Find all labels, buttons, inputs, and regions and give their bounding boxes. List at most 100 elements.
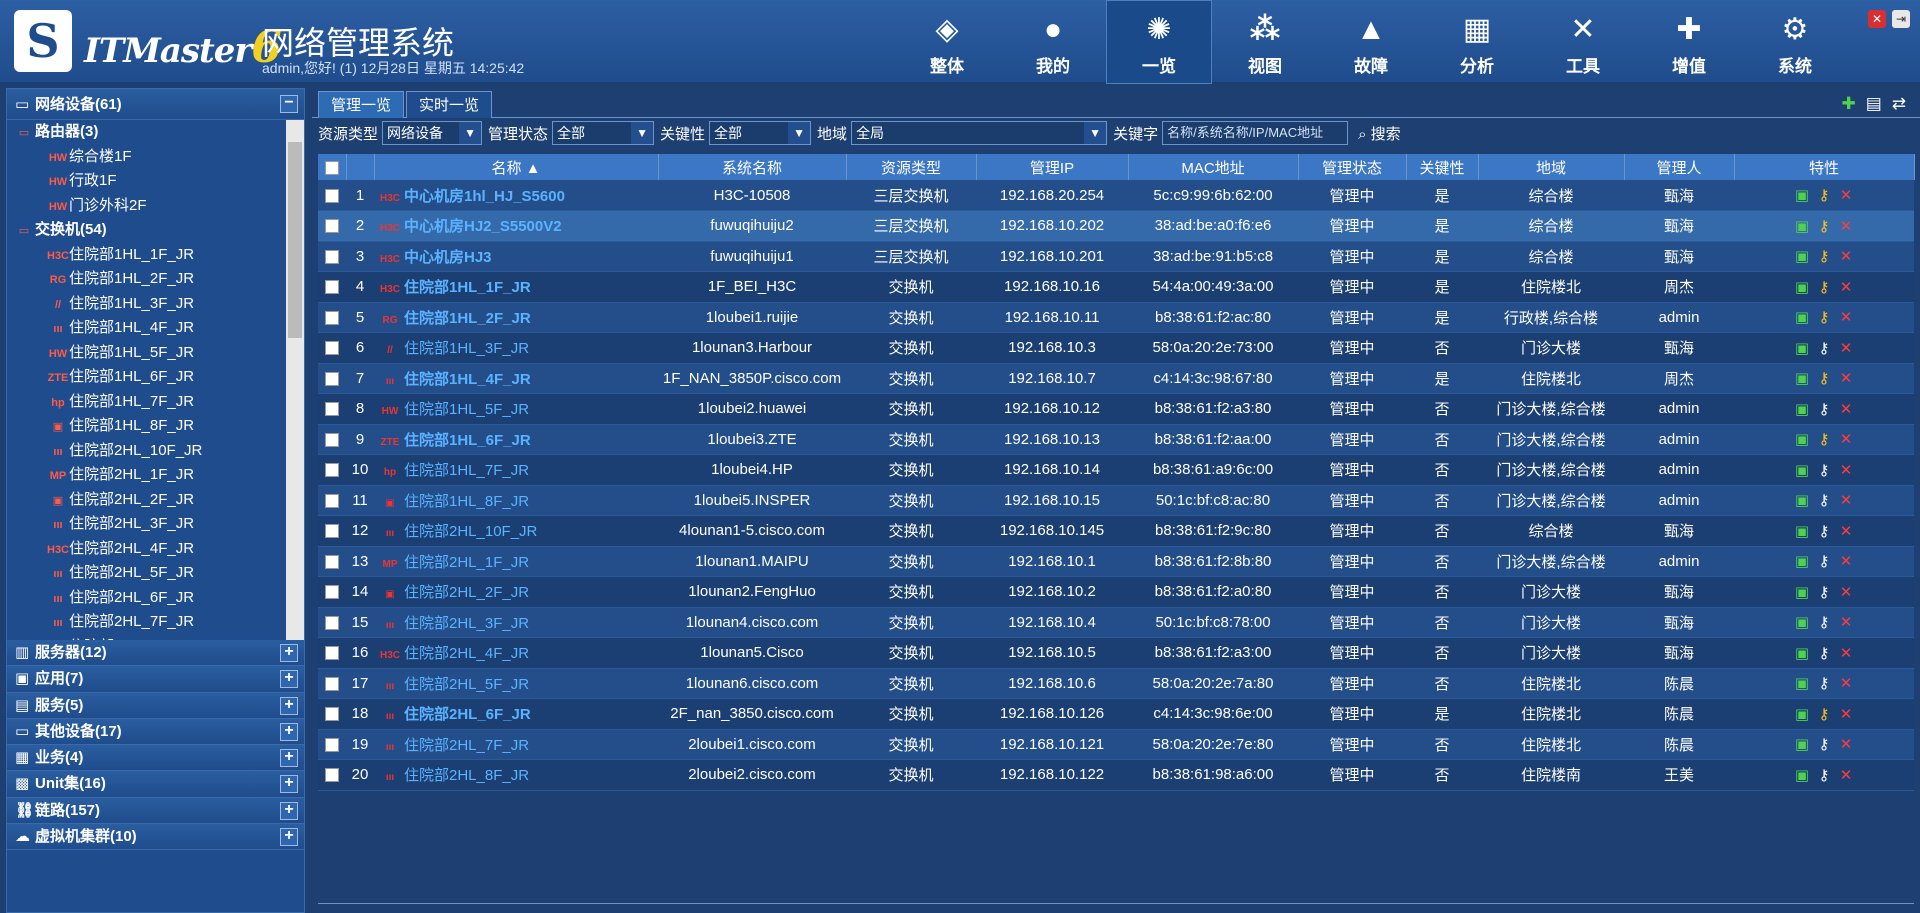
key-icon[interactable]: ⚷: [1813, 217, 1835, 235]
nav-chart[interactable]: ▦ 分析: [1424, 0, 1530, 84]
row-checkbox[interactable]: [318, 180, 346, 211]
tab-manage[interactable]: 管理一览: [318, 91, 405, 118]
key-icon[interactable]: ⚷: [1813, 583, 1835, 601]
device-name-link[interactable]: ııı 住院部2HL_5F_JR: [374, 668, 658, 699]
device-name[interactable]: 中心机房1hl_HJ_S5600: [404, 188, 565, 205]
column-header[interactable]: 名称 ▲: [374, 154, 659, 180]
checkbox[interactable]: [325, 402, 339, 417]
tree-scrollbar[interactable]: [286, 120, 304, 640]
delete-icon[interactable]: ✕: [1835, 186, 1857, 204]
nav-user[interactable]: ● 我的: [1000, 0, 1106, 84]
monitor-icon[interactable]: ▣: [1791, 217, 1813, 235]
expand-icon[interactable]: +: [280, 696, 298, 715]
key-icon[interactable]: ⚷: [1813, 400, 1835, 418]
delete-icon[interactable]: ✕: [1835, 735, 1857, 753]
device-name-link[interactable]: H3C 中心机房1hl_HJ_S5600: [374, 180, 658, 211]
tree-item-router[interactable]: HW 综合楼1F: [7, 145, 304, 170]
table-row[interactable]: 1 H3C 中心机房1hl_HJ_S5600 H3C-10508 三层交换机 192.16…: [318, 180, 1914, 211]
delete-icon[interactable]: ✕: [1835, 766, 1857, 784]
row-checkbox[interactable]: [318, 729, 346, 760]
expand-icon[interactable]: +: [280, 644, 298, 662]
key-icon[interactable]: ⚷: [1813, 644, 1835, 662]
device-name[interactable]: 住院部2HL_6F_JR: [404, 706, 531, 723]
import-icon[interactable]: ⇄: [1892, 94, 1906, 114]
monitor-icon[interactable]: ▣: [1791, 308, 1813, 326]
tree-item-switch[interactable]: ııı 住院部2HL_5F_JR: [7, 561, 304, 586]
row-checkbox[interactable]: [318, 271, 346, 303]
tree-item-switch[interactable]: ııı 住院部1HL_4F_JR: [7, 316, 304, 341]
device-name-link[interactable]: H3C 中心机房HJ3: [374, 241, 658, 272]
checkbox[interactable]: [325, 585, 339, 600]
table-row[interactable]: 7 ııı 住院部1HL_4F_JR 1F_NAN_3850P.cisco.com 交换…: [318, 363, 1914, 394]
row-checkbox[interactable]: [318, 302, 346, 333]
row-checkbox[interactable]: [318, 637, 346, 669]
tree-item-switch[interactable]: hp 住院部1HL_7F_JR: [7, 390, 304, 415]
nav-warning[interactable]: ▲ 故障: [1318, 0, 1424, 84]
sidebar-section[interactable]: ▣ 应用(7) +: [7, 666, 304, 693]
key-icon[interactable]: ⚷: [1813, 674, 1835, 692]
nav-gear[interactable]: ⚙ 系统: [1742, 0, 1848, 84]
delete-icon[interactable]: ✕: [1835, 674, 1857, 692]
column-header[interactable]: MAC地址: [1128, 154, 1299, 180]
expand-icon[interactable]: +: [280, 670, 298, 689]
monitor-icon[interactable]: ▣: [1791, 247, 1813, 265]
tree-item-router[interactable]: HW 行政1F: [7, 169, 304, 194]
tree-group-switches[interactable]: ▭ 交换机(54): [7, 218, 304, 243]
monitor-icon[interactable]: ▣: [1791, 552, 1813, 570]
checkbox[interactable]: [325, 219, 339, 234]
delete-icon[interactable]: ✕: [1835, 247, 1857, 265]
device-name-link[interactable]: H3C 住院部1HL_1F_JR: [374, 271, 658, 303]
expand-icon[interactable]: +: [280, 775, 298, 794]
checkbox[interactable]: [324, 160, 339, 175]
delete-icon[interactable]: ✕: [1835, 369, 1857, 387]
row-checkbox[interactable]: [318, 485, 346, 516]
delete-icon[interactable]: ✕: [1835, 583, 1857, 601]
delete-icon[interactable]: ✕: [1835, 339, 1857, 357]
device-name[interactable]: 住院部1HL_1F_JR: [404, 279, 531, 296]
nav-layers[interactable]: ◈ 整体: [894, 0, 1000, 84]
table-row[interactable]: 13 MP 住院部2HL_1F_JR 1lounan1.MAIPU 交换机 192.168…: [318, 546, 1914, 577]
monitor-icon[interactable]: ▣: [1791, 705, 1813, 723]
device-name-link[interactable]: ııı 住院部2HL_3F_JR: [374, 607, 658, 638]
expand-icon[interactable]: +: [280, 801, 298, 820]
checkbox[interactable]: [325, 554, 339, 569]
row-checkbox[interactable]: [318, 576, 346, 608]
tree-item-switch[interactable]: ııı 住院部2HL_3F_JR: [7, 512, 304, 537]
row-checkbox[interactable]: [318, 607, 346, 638]
row-checkbox[interactable]: [318, 759, 346, 791]
monitor-icon[interactable]: ▣: [1791, 278, 1813, 296]
tree-item-switch[interactable]: RG 住院部1HL_2F_JR: [7, 267, 304, 292]
tree-item-switch[interactable]: HW 住院部1HL_5F_JR: [7, 341, 304, 366]
tree-item-switch[interactable]: ııı 住院部2HL_6F_JR: [7, 586, 304, 611]
device-name[interactable]: 中心机房HJ2_S5500V2: [404, 218, 562, 235]
tree-item-switch[interactable]: H3C住院部1HL_1F_JR: [7, 243, 304, 268]
device-name[interactable]: 住院部1HL_4F_JR: [404, 371, 531, 388]
device-name-link[interactable]: ııı 住院部2HL_7F_JR: [374, 729, 658, 760]
checkbox[interactable]: [325, 188, 339, 203]
row-checkbox[interactable]: [318, 393, 346, 425]
table-row[interactable]: 4 H3C 住院部1HL_1F_JR 1F_BEI_H3C 交换机 192.168.10.…: [318, 271, 1914, 303]
key-icon[interactable]: ⚷: [1813, 705, 1835, 723]
tree-item-switch[interactable]: MP 住院部2HL_1F_JR: [7, 463, 304, 488]
device-name-link[interactable]: H3C 住院部2HL_4F_JR: [374, 637, 658, 669]
select-all-checkbox[interactable]: [318, 154, 347, 180]
table-row[interactable]: 17 ııı 住院部2HL_5F_JR 1lounan6.cisco.com 交换机 19…: [318, 668, 1914, 699]
key-icon[interactable]: ⚷: [1813, 308, 1835, 326]
checkbox[interactable]: [325, 615, 339, 630]
checkbox[interactable]: [325, 524, 339, 539]
checkbox[interactable]: [325, 493, 339, 508]
column-header[interactable]: 特性: [1734, 154, 1915, 180]
table-row[interactable]: 8 HW 住院部1HL_5F_JR 1loubei2.huawei 交换机 192.168…: [318, 393, 1914, 425]
monitor-icon[interactable]: ▣: [1791, 613, 1813, 631]
table-row[interactable]: 11 ▣ 住院部1HL_8F_JR 1loubei5.INSPER 交换机 192.168…: [318, 485, 1914, 516]
sidebar-section[interactable]: ☁ 虚拟机集群(10) +: [7, 824, 304, 851]
column-header[interactable]: 关键性: [1406, 154, 1479, 180]
device-name-link[interactable]: // 住院部1HL_3F_JR: [374, 332, 658, 364]
collapse-icon[interactable]: −: [280, 95, 298, 113]
checkbox[interactable]: [325, 768, 339, 783]
device-name[interactable]: 住院部1HL_2F_JR: [404, 310, 531, 327]
sidebar-section[interactable]: ▭ 其他设备(17) +: [7, 718, 304, 746]
row-checkbox[interactable]: [318, 210, 346, 242]
device-name-link[interactable]: H3C 中心机房HJ2_S5500V2: [374, 210, 658, 242]
column-header[interactable]: 管理状态: [1298, 154, 1407, 180]
